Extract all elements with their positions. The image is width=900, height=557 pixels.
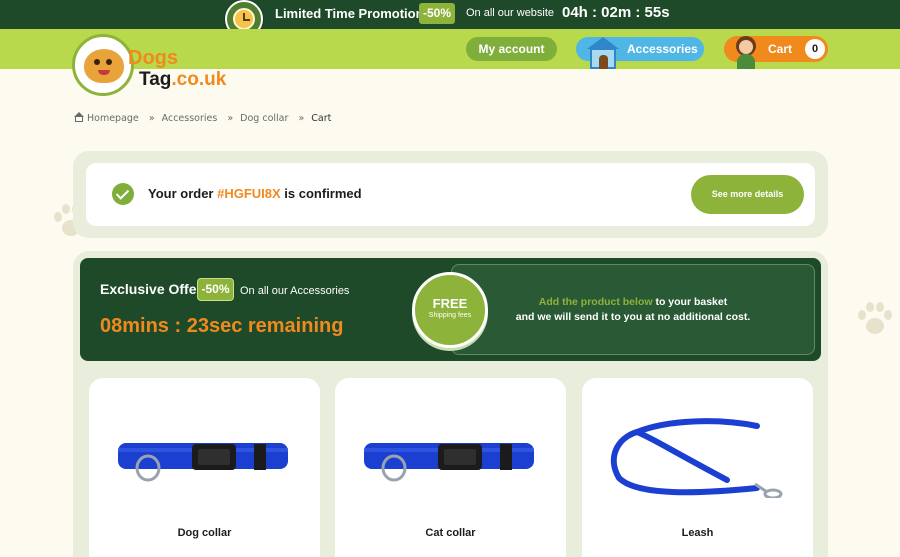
product-name: Leash: [681, 527, 714, 539]
offer-discount-badge: -50%: [197, 278, 234, 301]
order-confirmation-message: Your order #HGFUI8X is confirmed: [148, 186, 362, 201]
my-account-button[interactable]: My account: [466, 37, 557, 61]
order-number: #HGFUI8X: [217, 186, 281, 201]
product-name: Dog collar: [177, 527, 232, 539]
product-card-cat-collar[interactable]: Cat collar: [335, 378, 566, 557]
breadcrumb-accessories[interactable]: Accessories: [162, 113, 218, 124]
dog-collar-image: [118, 443, 288, 482]
paw-print-icon: [856, 302, 894, 340]
promo-discount-badge: -50%: [419, 3, 455, 24]
dog-logo-icon: [72, 34, 134, 96]
logo-text-domain: Tag.co.uk: [139, 69, 227, 90]
breadcrumb-dog-collar[interactable]: Dog collar: [240, 113, 288, 124]
check-icon: [112, 183, 134, 205]
breadcrumb-separator: »: [148, 113, 155, 124]
breadcrumb-separator: »: [227, 113, 234, 124]
offer-subtitle: On all our Accessories: [240, 285, 350, 297]
logo-text-dogs: Dogs: [128, 47, 178, 69]
promo-label: Limited Time Promotion:: [275, 6, 428, 21]
promo-subtitle: On all our website: [466, 7, 555, 19]
dog-house-icon: [586, 37, 620, 71]
product-card-leash[interactable]: Leash: [582, 378, 813, 557]
product-card-dog-collar[interactable]: Dog collar: [89, 378, 320, 557]
breadcrumb-homepage[interactable]: Homepage: [87, 113, 139, 124]
free-shipping-badge: FREE Shipping fees: [412, 272, 488, 348]
offer-title: Exclusive Offer!: [100, 281, 207, 297]
cat-collar-image: [364, 443, 534, 482]
leash-image: [610, 418, 783, 498]
breadcrumb-cart: Cart: [311, 113, 332, 124]
shopper-avatar-icon: [733, 36, 759, 69]
offer-message: Add the product below to your basket and…: [515, 296, 751, 323]
breadcrumb-separator: »: [298, 113, 305, 124]
promo-countdown: 04h : 02m : 55s: [562, 4, 670, 21]
product-name: Cat collar: [425, 527, 476, 539]
offer-countdown: 08mins : 23sec remaining: [100, 315, 344, 337]
cart-count-badge: 0: [805, 39, 825, 59]
site-logo[interactable]: Dogs Tag.co.uk: [72, 34, 226, 100]
home-icon: [74, 112, 84, 122]
see-more-details-button[interactable]: See more details: [691, 175, 804, 214]
breadcrumb: Homepage » Accessories » Dog collar » Cart: [74, 112, 331, 126]
